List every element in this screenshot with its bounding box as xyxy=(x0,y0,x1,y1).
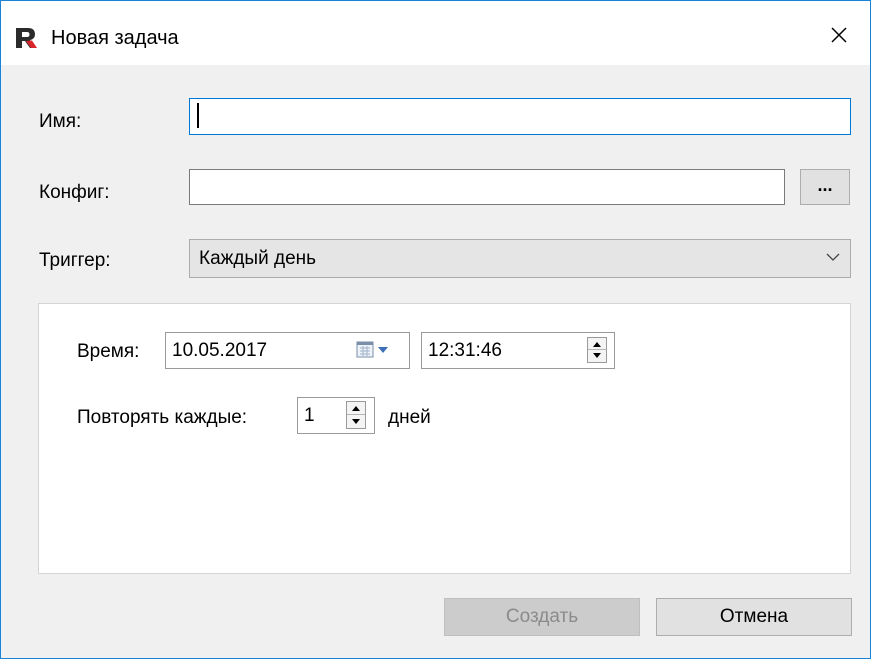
window-title: Новая задача xyxy=(51,27,179,49)
time-spinner[interactable] xyxy=(587,337,607,363)
browse-button[interactable]: ... xyxy=(800,169,850,205)
repeat-label: Повторять каждые: xyxy=(77,407,248,428)
name-label: Имя: xyxy=(39,111,82,132)
calendar-icon xyxy=(356,341,374,358)
trigger-dropdown[interactable]: Каждый день xyxy=(189,239,851,278)
date-value: 10.05.2017 xyxy=(172,340,268,361)
repeat-spin-up[interactable] xyxy=(347,402,365,415)
time-spin-up[interactable] xyxy=(588,338,606,350)
time-input[interactable]: 12:31:46 xyxy=(421,332,615,369)
name-input[interactable] xyxy=(189,98,851,135)
calendar-dropdown-button[interactable] xyxy=(356,341,396,361)
repeat-value: 1 xyxy=(304,405,315,426)
fastreport-icon xyxy=(16,28,37,48)
title-bar[interactable]: Новая задача xyxy=(1,1,870,65)
time-label: Время: xyxy=(77,341,140,362)
triangle-up-icon xyxy=(593,342,601,347)
repeat-spinner[interactable] xyxy=(346,401,366,429)
date-picker[interactable]: 10.05.2017 xyxy=(165,332,410,369)
trigger-value: Каждый день xyxy=(199,248,317,269)
triangle-down-icon xyxy=(593,353,601,358)
config-input[interactable] xyxy=(189,169,785,205)
close-icon xyxy=(831,27,847,43)
repeat-unit-label: дней xyxy=(388,407,431,428)
time-value: 12:31:46 xyxy=(428,340,502,361)
cancel-button[interactable]: Отмена xyxy=(656,598,852,636)
close-button[interactable] xyxy=(806,1,870,65)
dialog-window: Новая задача Имя: Конфиг: ... Триггер: К… xyxy=(0,0,871,659)
time-spin-down[interactable] xyxy=(588,350,606,362)
config-label: Конфиг: xyxy=(39,182,110,203)
chevron-down-icon xyxy=(826,253,840,261)
trigger-label: Триггер: xyxy=(39,250,111,271)
repeat-spin-down[interactable] xyxy=(347,415,365,428)
caret-down-icon xyxy=(378,347,388,353)
text-caret xyxy=(197,103,199,128)
create-button[interactable]: Создать xyxy=(444,598,640,636)
triangle-down-icon xyxy=(352,419,360,424)
triangle-up-icon xyxy=(352,406,360,411)
